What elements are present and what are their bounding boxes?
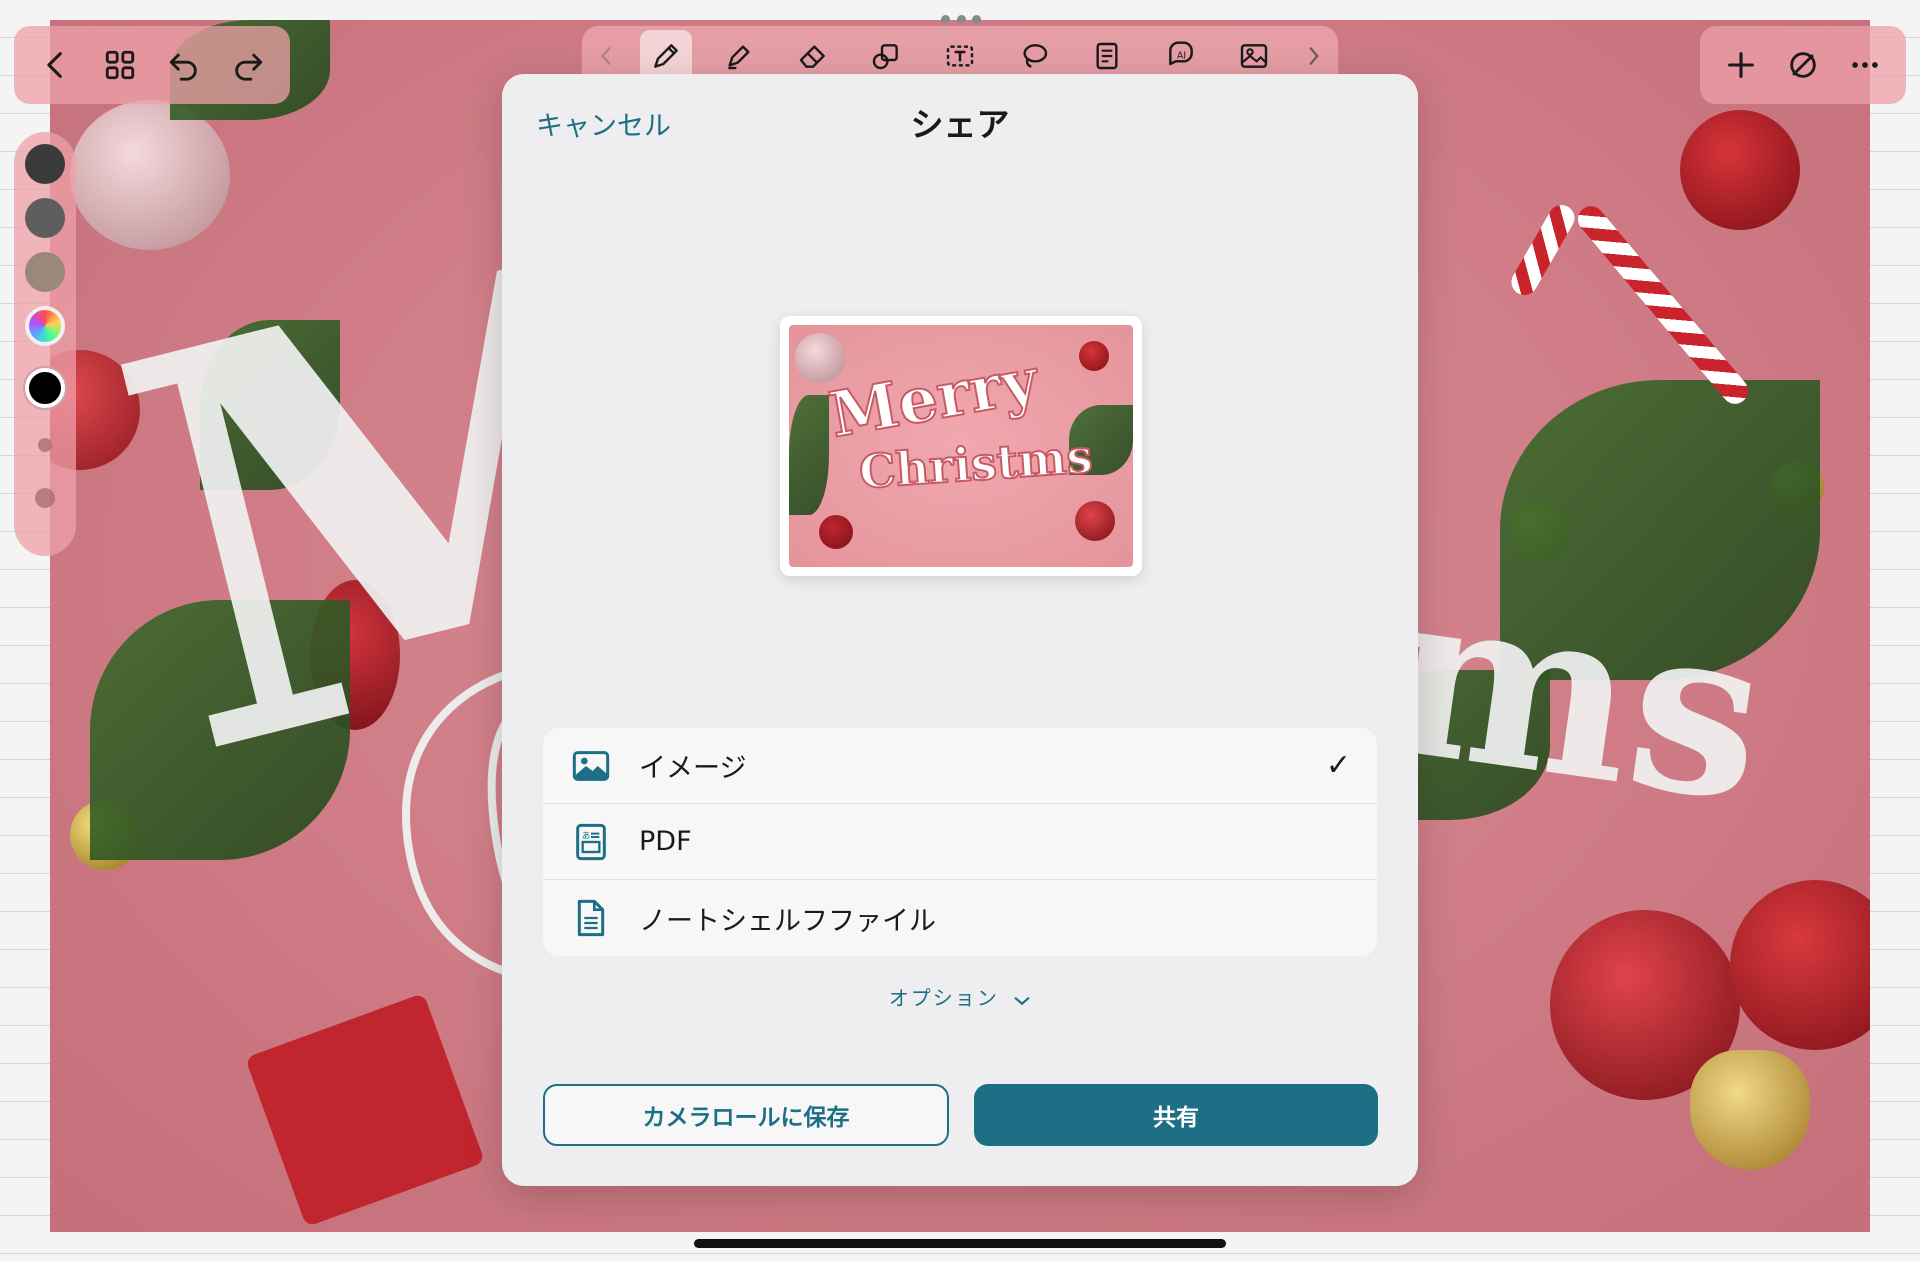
candy-cane-decoration	[1572, 200, 1754, 410]
home-indicator[interactable]	[694, 1239, 1226, 1248]
ornament-decoration	[819, 515, 853, 549]
pdf-document-icon: あ	[569, 820, 613, 864]
options-toggle[interactable]: オプション	[502, 982, 1418, 1012]
toolbar-right	[1700, 26, 1906, 104]
format-option-pdf[interactable]: あ PDF	[543, 804, 1377, 880]
chevron-right-icon[interactable]	[1302, 36, 1326, 76]
more-icon[interactable]	[1841, 41, 1889, 89]
color-swatch-taupe[interactable]	[25, 252, 65, 292]
bell-decoration	[1690, 1050, 1810, 1170]
color-swatch-dark-gray[interactable]	[25, 144, 65, 184]
color-palette	[14, 132, 76, 556]
toolbar-drag-handle[interactable]	[941, 15, 981, 25]
color-swatch-black-selected[interactable]	[25, 368, 65, 408]
grid-icon[interactable]	[96, 41, 144, 89]
page-preview-thumbnail: Merry Christms	[780, 316, 1142, 576]
checkmark-icon: ✓	[1325, 748, 1351, 783]
format-option-label: イメージ	[639, 753, 747, 784]
ornament-decoration	[795, 333, 845, 383]
share-dialog: キャンセル シェア Merry Christms イメージ ✓ あ PDF ノー…	[502, 74, 1418, 1186]
save-to-camera-roll-button[interactable]: カメラロールに保存	[543, 1084, 949, 1146]
undo-icon[interactable]	[160, 41, 208, 89]
ornament-decoration	[1079, 341, 1109, 371]
candy-cane-decoration	[1506, 200, 1580, 300]
toolbar-left	[14, 26, 290, 104]
pen-size-medium[interactable]	[35, 488, 55, 508]
pine-branch-decoration	[789, 395, 829, 515]
dialog-title: シェア	[910, 105, 1010, 144]
format-option-label: PDF	[639, 826, 692, 857]
format-option-noteshelf-file[interactable]: ノートシェルフファイル	[543, 880, 1377, 956]
lettering-tms: ms	[1373, 535, 1780, 855]
file-icon	[569, 896, 613, 940]
format-options-list: イメージ ✓ あ PDF ノートシェルフファイル	[543, 728, 1377, 956]
format-option-label: ノートシェルフファイル	[639, 905, 936, 937]
share-button[interactable]: 共有	[974, 1084, 1378, 1146]
color-picker-icon[interactable]	[25, 306, 65, 346]
chevron-left-icon[interactable]	[594, 36, 618, 76]
plus-icon[interactable]	[1717, 41, 1765, 89]
ornament-decoration	[1730, 880, 1870, 1050]
svg-text:あ: あ	[582, 830, 590, 840]
redo-icon[interactable]	[224, 41, 272, 89]
no-pen-icon[interactable]	[1779, 41, 1827, 89]
chevron-down-icon	[1013, 988, 1031, 1012]
chevron-left-icon[interactable]	[32, 41, 80, 89]
color-swatch-gray[interactable]	[25, 198, 65, 238]
pen-size-small[interactable]	[38, 438, 52, 452]
format-option-image[interactable]: イメージ ✓	[543, 728, 1377, 804]
options-toggle-label: オプション	[888, 986, 999, 1010]
ornament-decoration	[1680, 110, 1800, 230]
svg-text:AI: AI	[1177, 51, 1186, 62]
image-icon	[569, 744, 613, 788]
ornament-decoration	[1075, 501, 1115, 541]
